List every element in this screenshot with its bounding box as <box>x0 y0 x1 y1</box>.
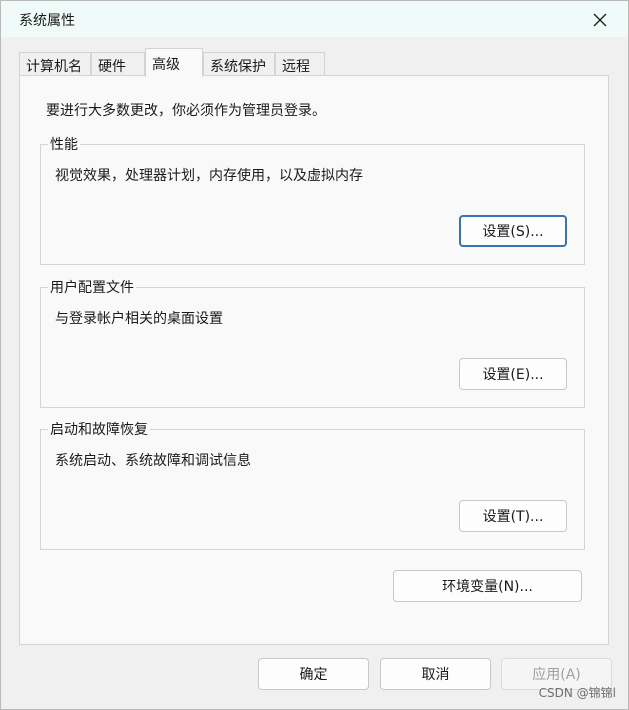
startup-recovery-legend: 启动和故障恢复 <box>48 419 150 439</box>
tab-computer-name[interactable]: 计算机名 <box>19 52 91 76</box>
user-profiles-group: 用户配置文件 与登录帐户相关的桌面设置 设置(E)... <box>40 277 585 408</box>
tab-label: 计算机名 <box>26 59 82 75</box>
performance-group: 性能 视觉效果，处理器计划，内存使用，以及虚拟内存 设置(S)... <box>40 134 585 265</box>
tab-label: 远程 <box>282 59 310 75</box>
watermark: CSDN @锦锦l <box>538 686 616 700</box>
tab-label: 系统保护 <box>210 59 266 75</box>
environment-variables-button[interactable]: 环境变量(N)... <box>393 570 582 602</box>
performance-description: 视觉效果，处理器计划，内存使用，以及虚拟内存 <box>55 168 363 184</box>
close-icon <box>593 13 607 27</box>
performance-settings-button[interactable]: 设置(S)... <box>459 215 567 247</box>
user-profiles-description: 与登录帐户相关的桌面设置 <box>55 311 223 327</box>
title-bar: 系统属性 <box>1 1 628 37</box>
startup-recovery-settings-button[interactable]: 设置(T)... <box>459 500 567 532</box>
window-title: 系统属性 <box>19 13 75 29</box>
system-properties-dialog: 系统属性 计算机名 硬件 高级 系统保护 远程 要进行大多数更改，你必须作为管理… <box>0 0 629 710</box>
tab-label: 高级 <box>152 57 180 73</box>
advanced-tab-panel: 要进行大多数更改，你必须作为管理员登录。 性能 视觉效果，处理器计划，内存使用，… <box>19 75 609 645</box>
tab-system-protection[interactable]: 系统保护 <box>203 52 275 76</box>
tab-remote[interactable]: 远程 <box>275 52 325 76</box>
tab-advanced[interactable]: 高级 <box>145 48 203 77</box>
startup-recovery-description: 系统启动、系统故障和调试信息 <box>55 453 251 469</box>
admin-note: 要进行大多数更改，你必须作为管理员登录。 <box>46 103 326 119</box>
startup-recovery-group: 启动和故障恢复 系统启动、系统故障和调试信息 设置(T)... <box>40 419 585 550</box>
cancel-button[interactable]: 取消 <box>380 658 491 690</box>
close-button[interactable] <box>588 8 612 32</box>
user-profiles-settings-button[interactable]: 设置(E)... <box>459 358 567 390</box>
tab-hardware[interactable]: 硬件 <box>91 52 145 76</box>
performance-legend: 性能 <box>48 134 80 154</box>
user-profiles-legend: 用户配置文件 <box>48 277 136 297</box>
tab-label: 硬件 <box>98 59 126 75</box>
ok-button[interactable]: 确定 <box>258 658 369 690</box>
